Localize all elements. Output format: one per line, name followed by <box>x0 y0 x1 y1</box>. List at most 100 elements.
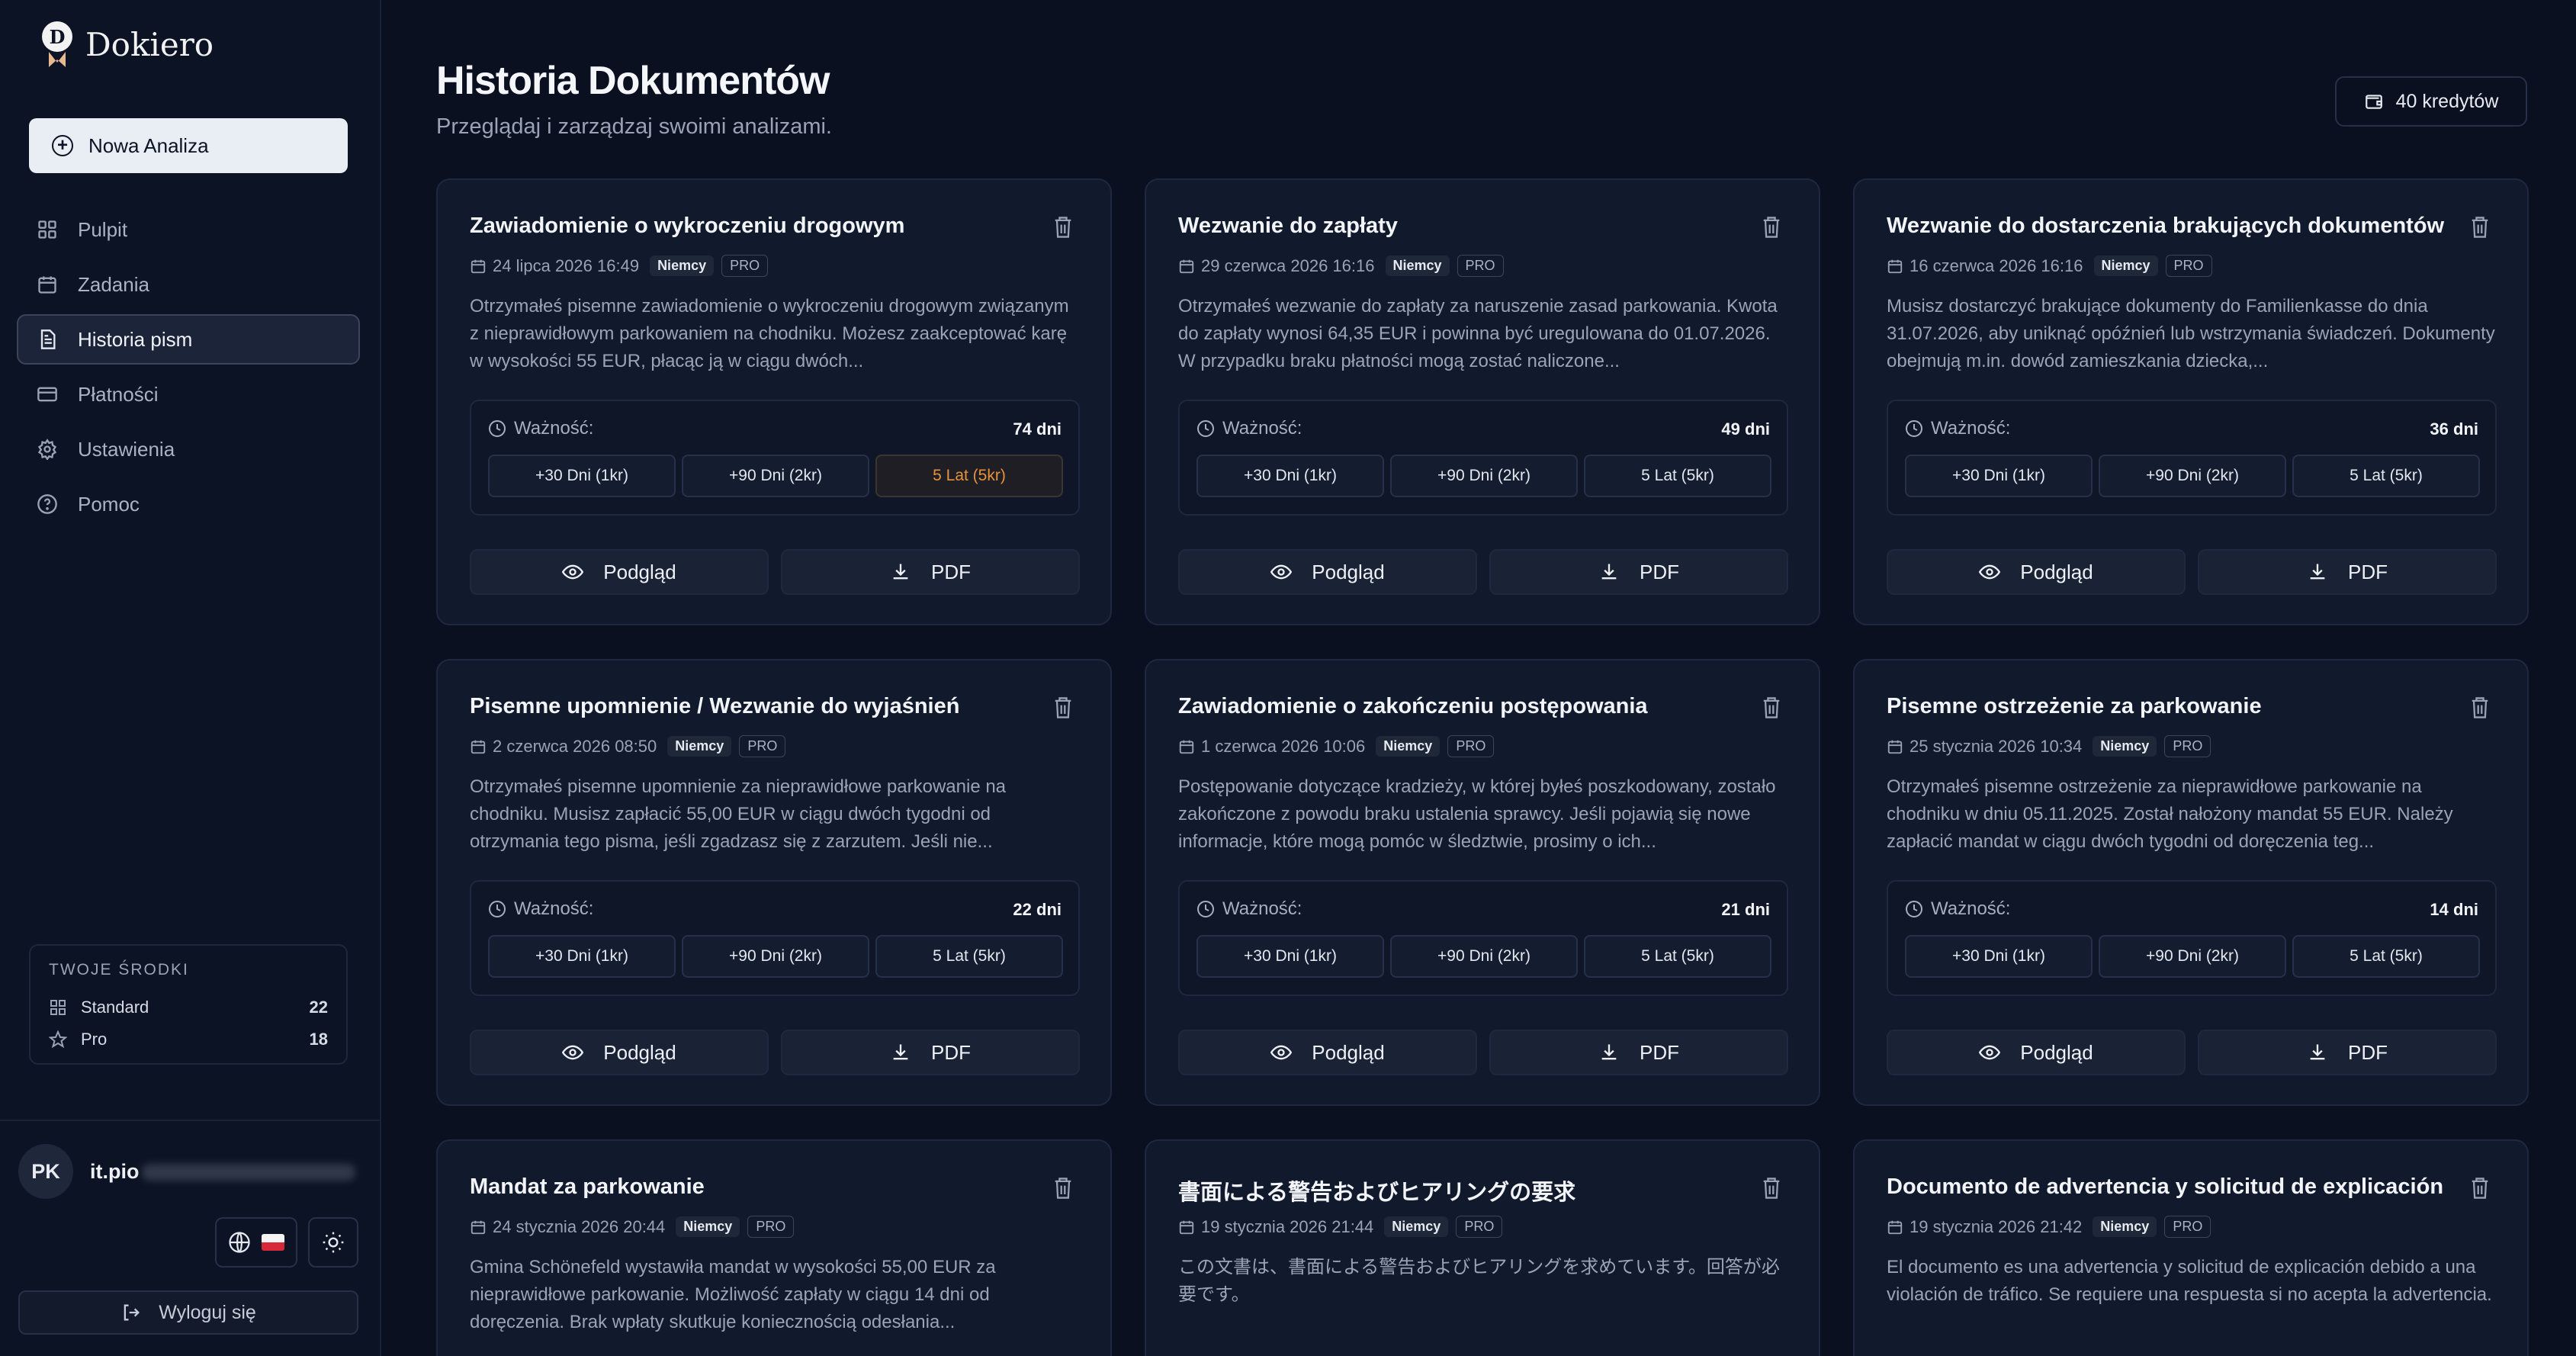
trash-icon <box>1763 217 1780 238</box>
extend-5-years-button[interactable]: 5 Lat (5kr) <box>875 935 1063 978</box>
tier-badge: PRO <box>2165 255 2212 277</box>
validity-days: 14 dni <box>2430 900 2478 919</box>
pdf-label: PDF <box>2348 1040 2388 1064</box>
extend-30-days-button[interactable]: +30 Dni (1kr) <box>488 455 676 497</box>
delete-button[interactable] <box>1761 696 1782 720</box>
preview-button[interactable]: Podgląd <box>470 1030 769 1075</box>
card-date: 19 stycznia 2026 21:44 <box>1201 1216 1374 1236</box>
extend-30-days-button[interactable]: +30 Dni (1kr) <box>1905 455 2093 497</box>
card-title[interactable]: Zawiadomienie o wykroczeniu drogowym <box>470 214 904 239</box>
preview-button[interactable]: Podgląd <box>1178 549 1477 595</box>
delete-button[interactable] <box>1761 215 1782 239</box>
calendar-icon <box>1887 1220 1903 1234</box>
card-title[interactable]: Pisemne upomnienie / Wezwanie do wyjaśni… <box>470 694 959 719</box>
calendar-icon <box>1179 1220 1194 1234</box>
extend-90-days-button[interactable]: +90 Dni (2kr) <box>2099 455 2286 497</box>
extend-5-years-button[interactable]: 5 Lat (5kr) <box>875 455 1063 497</box>
extend-5-years-button[interactable]: 5 Lat (5kr) <box>1584 455 1771 497</box>
globe-icon <box>229 1232 250 1253</box>
pdf-download-button[interactable]: PDF <box>2198 549 2497 595</box>
validity-label: Ważność: <box>1222 898 1302 919</box>
help-icon <box>37 493 58 515</box>
new-analysis-button[interactable]: + Nowa Analiza <box>29 118 348 173</box>
theme-toggle[interactable] <box>308 1217 358 1268</box>
pdf-download-button[interactable]: PDF <box>2198 1030 2497 1075</box>
card-title[interactable]: Mandat za parkowanie <box>470 1174 705 1200</box>
credits-row-standard: Standard 22 <box>49 991 328 1023</box>
eye-icon <box>562 564 584 580</box>
preview-button[interactable]: Podgląd <box>470 549 769 595</box>
card-title[interactable]: 書面による警告およびヒアリングの要求 <box>1178 1174 1575 1207</box>
delete-button[interactable] <box>2469 215 2491 239</box>
credits-badge[interactable]: 40 kredytów <box>2335 76 2527 127</box>
sidebar-item-pomoc[interactable]: Pomoc <box>17 479 360 529</box>
tier-badge: PRO <box>721 255 769 277</box>
trash-icon <box>1763 697 1780 718</box>
clock-icon <box>1906 420 1922 437</box>
card-meta: 19 stycznia 2026 21:44 Niemcy PRO <box>1178 1216 1503 1238</box>
extend-5-years-button[interactable]: 5 Lat (5kr) <box>2292 455 2480 497</box>
card-title[interactable]: Zawiadomienie o zakończeniu postępowania <box>1178 694 1648 719</box>
extend-5-years-button[interactable]: 5 Lat (5kr) <box>1584 935 1771 978</box>
validity-label: Ważność: <box>1222 418 1302 439</box>
card-title[interactable]: Wezwanie do zapłaty <box>1178 214 1398 239</box>
preview-button[interactable]: Podgląd <box>1887 1030 2186 1075</box>
delete-button[interactable] <box>1761 1176 1782 1200</box>
tier-badge: PRO <box>2164 1216 2211 1238</box>
sidebar: D Dokiero + Nowa Analiza Pulpit Zadania … <box>0 0 381 1356</box>
pdf-label: PDF <box>931 1040 971 1064</box>
redacted-email <box>142 1164 356 1181</box>
extend-90-days-button[interactable]: +90 Dni (2kr) <box>1390 935 1578 978</box>
trash-icon <box>1763 1178 1780 1199</box>
card-title[interactable]: Wezwanie do dostarczenia brakujących dok… <box>1887 214 2444 239</box>
extend-30-days-button[interactable]: +30 Dni (1kr) <box>488 935 676 978</box>
document-card: Zawiadomienie o wykroczeniu drogowym 24 … <box>436 178 1112 625</box>
trash-icon <box>1055 697 1071 718</box>
extend-90-days-button[interactable]: +90 Dni (2kr) <box>682 455 869 497</box>
logout-icon <box>124 1304 140 1321</box>
pdf-download-button[interactable]: PDF <box>781 549 1080 595</box>
card-date: 29 czerwca 2026 16:16 <box>1201 255 1375 275</box>
calendar-icon <box>1887 259 1903 273</box>
delete-button[interactable] <box>2469 1176 2491 1200</box>
validity-panel: Ważność: 14 dni +30 Dni (1kr) +90 Dni (2… <box>1887 880 2497 996</box>
country-badge: Niemcy <box>1376 736 1441 757</box>
credits-panel: TWOJE ŚRODKI Standard 22 Pro 18 <box>29 944 348 1065</box>
pdf-download-button[interactable]: PDF <box>1489 1030 1788 1075</box>
sidebar-item-ustawienia[interactable]: Ustawienia <box>17 424 360 474</box>
page-subtitle: Przeglądaj i zarządzaj swoimi analizami. <box>436 114 832 139</box>
delete-button[interactable] <box>1052 215 1074 239</box>
extend-90-days-button[interactable]: +90 Dni (2kr) <box>682 935 869 978</box>
download-icon <box>2310 1044 2325 1060</box>
download-icon <box>2310 564 2325 580</box>
sidebar-item-pulpit[interactable]: Pulpit <box>17 204 360 255</box>
preview-label: Podgląd <box>1312 560 1385 583</box>
grid-icon <box>49 998 67 1017</box>
delete-button[interactable] <box>1052 1176 1074 1200</box>
logout-button[interactable]: Wyloguj się <box>18 1290 358 1335</box>
language-switcher[interactable] <box>215 1217 297 1268</box>
pdf-download-button[interactable]: PDF <box>1489 549 1788 595</box>
delete-button[interactable] <box>1052 696 1074 720</box>
card-title[interactable]: Documento de advertencia y solicitud de … <box>1887 1174 2443 1200</box>
preview-button[interactable]: Podgląd <box>1178 1030 1477 1075</box>
pdf-download-button[interactable]: PDF <box>781 1030 1080 1075</box>
extend-90-days-button[interactable]: +90 Dni (2kr) <box>1390 455 1578 497</box>
brand-logo[interactable]: D Dokiero <box>40 20 214 69</box>
extend-30-days-button[interactable]: +30 Dni (1kr) <box>1905 935 2093 978</box>
extend-5-years-button[interactable]: 5 Lat (5kr) <box>2292 935 2480 978</box>
sidebar-item-historia-pism[interactable]: Historia pism <box>17 314 360 365</box>
eye-icon <box>1270 1045 1293 1060</box>
card-title[interactable]: Pisemne ostrzeżenie za parkowanie <box>1887 694 2262 719</box>
sidebar-item-zadania[interactable]: Zadania <box>17 259 360 310</box>
preview-button[interactable]: Podgląd <box>1887 549 2186 595</box>
preview-label: Podgląd <box>603 1040 676 1064</box>
extend-30-days-button[interactable]: +30 Dni (1kr) <box>1196 455 1384 497</box>
extend-30-days-button[interactable]: +30 Dni (1kr) <box>1196 935 1384 978</box>
delete-button[interactable] <box>2469 696 2491 720</box>
user-profile[interactable]: PK it.pio <box>18 1144 356 1199</box>
sidebar-item-platnosci[interactable]: Płatności <box>17 369 360 419</box>
extend-options: +30 Dni (1kr) +90 Dni (2kr) 5 Lat (5kr) <box>1905 935 2480 978</box>
card-actions: Podgląd PDF <box>1178 1030 1788 1075</box>
extend-90-days-button[interactable]: +90 Dni (2kr) <box>2099 935 2286 978</box>
